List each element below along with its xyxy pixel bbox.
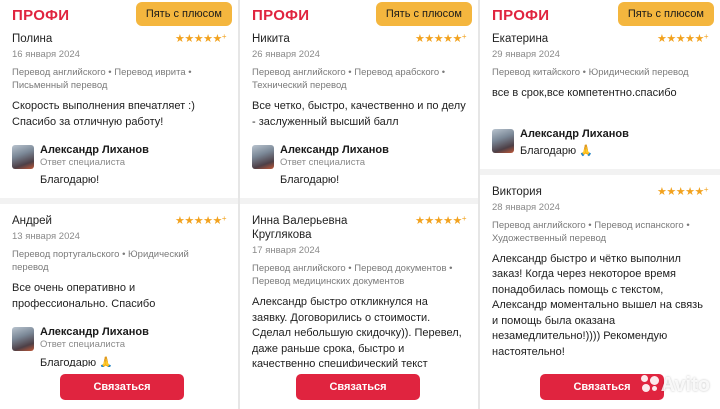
review-card: Виктория ★★★★★+ 28 января 2024 Перевод а… <box>480 183 720 368</box>
review-services: Перевод английского • Перевод арабского … <box>252 67 446 91</box>
specialist-reply: Александр Лиханов Благодарю 🙏 <box>492 128 708 157</box>
avatar <box>12 145 34 169</box>
footer-bar: Связаться <box>0 367 238 409</box>
review-text: Скорость выполнения впечатляет :) Спасиб… <box>12 100 195 128</box>
review-date: 29 января 2024 <box>492 49 560 60</box>
specialist-name: Александр Лиханов <box>280 144 389 156</box>
reply-text: Благодарю 🙏 <box>40 357 113 367</box>
review-text: Александр быстро откликнулся на заявку. … <box>252 296 462 367</box>
reviewer-name: Екатерина <box>492 33 549 45</box>
review-services: Перевод английского • Перевод документов… <box>252 263 453 287</box>
review-card: Никита ★★★★★+ 26 января 2024 Перевод анг… <box>240 30 478 194</box>
contact-button[interactable]: Связаться <box>60 374 184 400</box>
review-panel-1: ПРОФИ Пять с плюсом Полина ★★★★★+ 16 янв… <box>0 0 240 409</box>
top-bar: ПРОФИ Пять с плюсом <box>240 0 478 30</box>
reviewer-name: Андрей <box>12 215 52 227</box>
reply-label: Ответ специалиста <box>40 157 125 168</box>
reply-label: Ответ специалиста <box>280 157 365 168</box>
reply-text: Благодарю! <box>280 174 340 186</box>
rating-badge: Пять с плюсом <box>375 2 472 26</box>
review-services: Перевод китайского • Юридический перевод <box>492 67 689 78</box>
avito-watermark: Avito <box>640 374 710 397</box>
rating-stars: ★★★★★+ <box>657 32 709 45</box>
rating-badge: Пять с плюсом <box>135 2 232 26</box>
review-panel-3: ПРОФИ Пять с плюсом Екатерина ★★★★★+ 29 … <box>480 0 720 409</box>
review-panel-2: ПРОФИ Пять с плюсом Никита ★★★★★+ 26 янв… <box>240 0 480 409</box>
rating-stars: ★★★★★+ <box>175 214 227 227</box>
contact-button[interactable]: Связаться <box>296 374 420 400</box>
review-date: 17 января 2024 <box>252 245 320 256</box>
review-card: Екатерина ★★★★★+ 29 января 2024 Перевод … <box>480 30 720 165</box>
review-date: 13 января 2024 <box>12 231 80 242</box>
reply-text: Благодарю! <box>40 174 100 186</box>
specialist-reply: Александр Лиханов Ответ специалиста Благ… <box>252 144 466 186</box>
review-card: Полина ★★★★★+ 16 января 2024 Перевод анг… <box>0 30 238 194</box>
review-text: Все четко, быстро, качественно и по делу… <box>252 100 466 128</box>
review-card: Инна Валерьевна Круглякова ★★★★★+ 17 янв… <box>240 212 478 367</box>
specialist-reply: Александр Лиханов Ответ специалиста Благ… <box>12 326 226 367</box>
reviews-list[interactable]: Полина ★★★★★+ 16 января 2024 Перевод анг… <box>0 30 238 367</box>
avatar <box>252 145 274 169</box>
avito-dots-icon <box>640 375 659 393</box>
review-services: Перевод английского • Перевод иврита • П… <box>12 67 192 91</box>
review-text: Александр быстро и чётко выполнил заказ!… <box>492 252 703 358</box>
review-date: 28 января 2024 <box>492 201 560 213</box>
rating-stars: ★★★★★+ <box>175 32 227 45</box>
profi-logo[interactable]: ПРОФИ <box>492 7 549 24</box>
footer-bar: Связаться <box>240 367 478 409</box>
divider <box>480 168 720 175</box>
specialist-name: Александр Лиханов <box>520 127 629 140</box>
reviews-list[interactable]: Никита ★★★★★+ 26 января 2024 Перевод анг… <box>240 30 478 367</box>
reply-label: Ответ специалиста <box>40 339 125 350</box>
top-bar: ПРОФИ Пять с плюсом <box>0 0 238 30</box>
profi-logo[interactable]: ПРОФИ <box>252 7 309 24</box>
review-date: 26 января 2024 <box>252 49 320 60</box>
reviewer-name: Инна Валерьевна Круглякова <box>252 215 348 241</box>
review-text: все в срок,все компетентно.спасибо <box>492 87 677 99</box>
top-bar: ПРОФИ Пять с плюсом <box>480 0 720 30</box>
specialist-reply: Александр Лиханов Ответ специалиста Благ… <box>12 144 226 186</box>
avatar <box>12 327 34 351</box>
review-services: Перевод английского • Перевод испанского… <box>492 219 690 244</box>
rating-badge: Пять с плюсом <box>617 2 714 26</box>
specialist-name: Александр Лиханов <box>40 326 149 338</box>
footer-bar: Связаться Avito <box>480 367 720 409</box>
review-services: Перевод португальского • Юридический пер… <box>12 249 189 273</box>
reviewer-name: Виктория <box>492 185 542 198</box>
divider <box>0 198 238 204</box>
screenshot-collage: ПРОФИ Пять с плюсом Полина ★★★★★+ 16 янв… <box>0 0 720 409</box>
profi-logo[interactable]: ПРОФИ <box>12 7 69 24</box>
specialist-name: Александр Лиханов <box>40 144 149 156</box>
reviewer-name: Полина <box>12 33 53 45</box>
avatar <box>492 128 514 153</box>
review-text: Все очень оперативно и профессионально. … <box>12 282 156 310</box>
review-card: Андрей ★★★★★+ 13 января 2024 Перевод пор… <box>0 212 238 367</box>
review-date: 16 января 2024 <box>12 49 80 60</box>
rating-stars: ★★★★★+ <box>657 184 709 198</box>
divider <box>240 198 478 204</box>
reply-text: Благодарю 🙏 <box>520 144 593 157</box>
reviewer-name: Никита <box>252 33 290 45</box>
reviews-list[interactable]: Екатерина ★★★★★+ 29 января 2024 Перевод … <box>480 30 720 367</box>
rating-stars: ★★★★★+ <box>415 214 467 227</box>
rating-stars: ★★★★★+ <box>415 32 467 45</box>
